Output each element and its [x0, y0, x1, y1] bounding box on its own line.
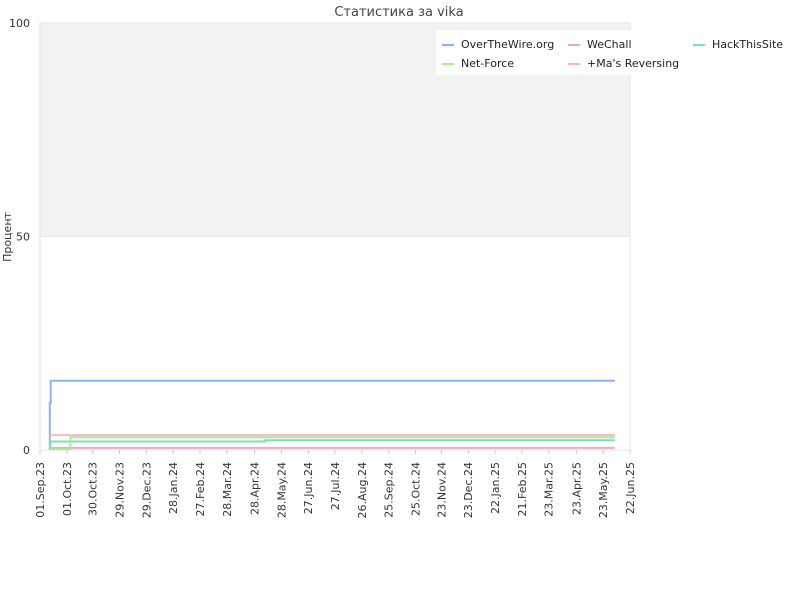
legend-label: OverTheWire.org [461, 38, 554, 51]
y-tick-label: 100 [9, 17, 30, 30]
x-tick-label: 29.Nov.23 [114, 462, 127, 518]
legend-label: +Ma's Reversing [587, 57, 679, 70]
line-chart: Статистика за vika Процент 0 50 100 01.Sep.… [1, 5, 783, 518]
x-tick-label: 27.Feb.24 [194, 462, 207, 516]
chart-title: Статистика за vika [334, 5, 463, 20]
x-tick-label: 28.Mar.24 [221, 462, 234, 517]
x-tick-label: 23.Apr.25 [570, 462, 583, 515]
x-tick-label: 23.May.25 [597, 462, 610, 518]
x-tick-label: 01.Sep.23 [34, 462, 47, 518]
x-tick-label: 21.Feb.25 [516, 462, 529, 516]
y-axis-label: Процент [1, 211, 14, 261]
chart-root: Статистика за vika Процент 0 50 100 01.Sep.… [0, 0, 800, 600]
x-tick-label: 22.Jun.25 [624, 462, 637, 514]
legend: OverTheWire.org WeChall HackThisSite Net-Fo… [436, 30, 783, 75]
legend-label: WeChall [587, 38, 632, 51]
x-tick-label: 28.May.24 [275, 462, 288, 518]
x-tick-label: 27.Jul.24 [329, 462, 342, 510]
x-tick-label: 25.Oct.24 [409, 462, 422, 516]
x-tick-label: 30.Oct.23 [87, 462, 100, 516]
legend-label: Net-Force [461, 57, 514, 70]
y-tick-label: 0 [23, 444, 30, 457]
x-tick-label: 22.Jan.25 [489, 462, 502, 514]
x-tick-label: 01.Oct.23 [61, 462, 74, 516]
x-tick-label: 26.Aug.24 [356, 462, 369, 518]
x-tick-label: 29.Dec.23 [140, 462, 153, 518]
plot-band-lower [40, 236, 630, 450]
x-tick-label: 23.Nov.24 [435, 462, 448, 518]
x-tick-label: 28.Apr.24 [249, 462, 262, 515]
x-tick-label: 23.Dec.24 [462, 462, 475, 518]
x-tick-label: 28.Jan.24 [167, 462, 180, 514]
x-tick-label: 27.Jun.24 [302, 462, 315, 514]
legend-label: HackThisSite [712, 38, 783, 51]
x-tick-label: 25.Sep.24 [383, 462, 396, 518]
x-tick-label: 23.Mar.25 [543, 462, 556, 517]
series-line [49, 446, 615, 450]
y-tick-label: 50 [16, 231, 30, 244]
